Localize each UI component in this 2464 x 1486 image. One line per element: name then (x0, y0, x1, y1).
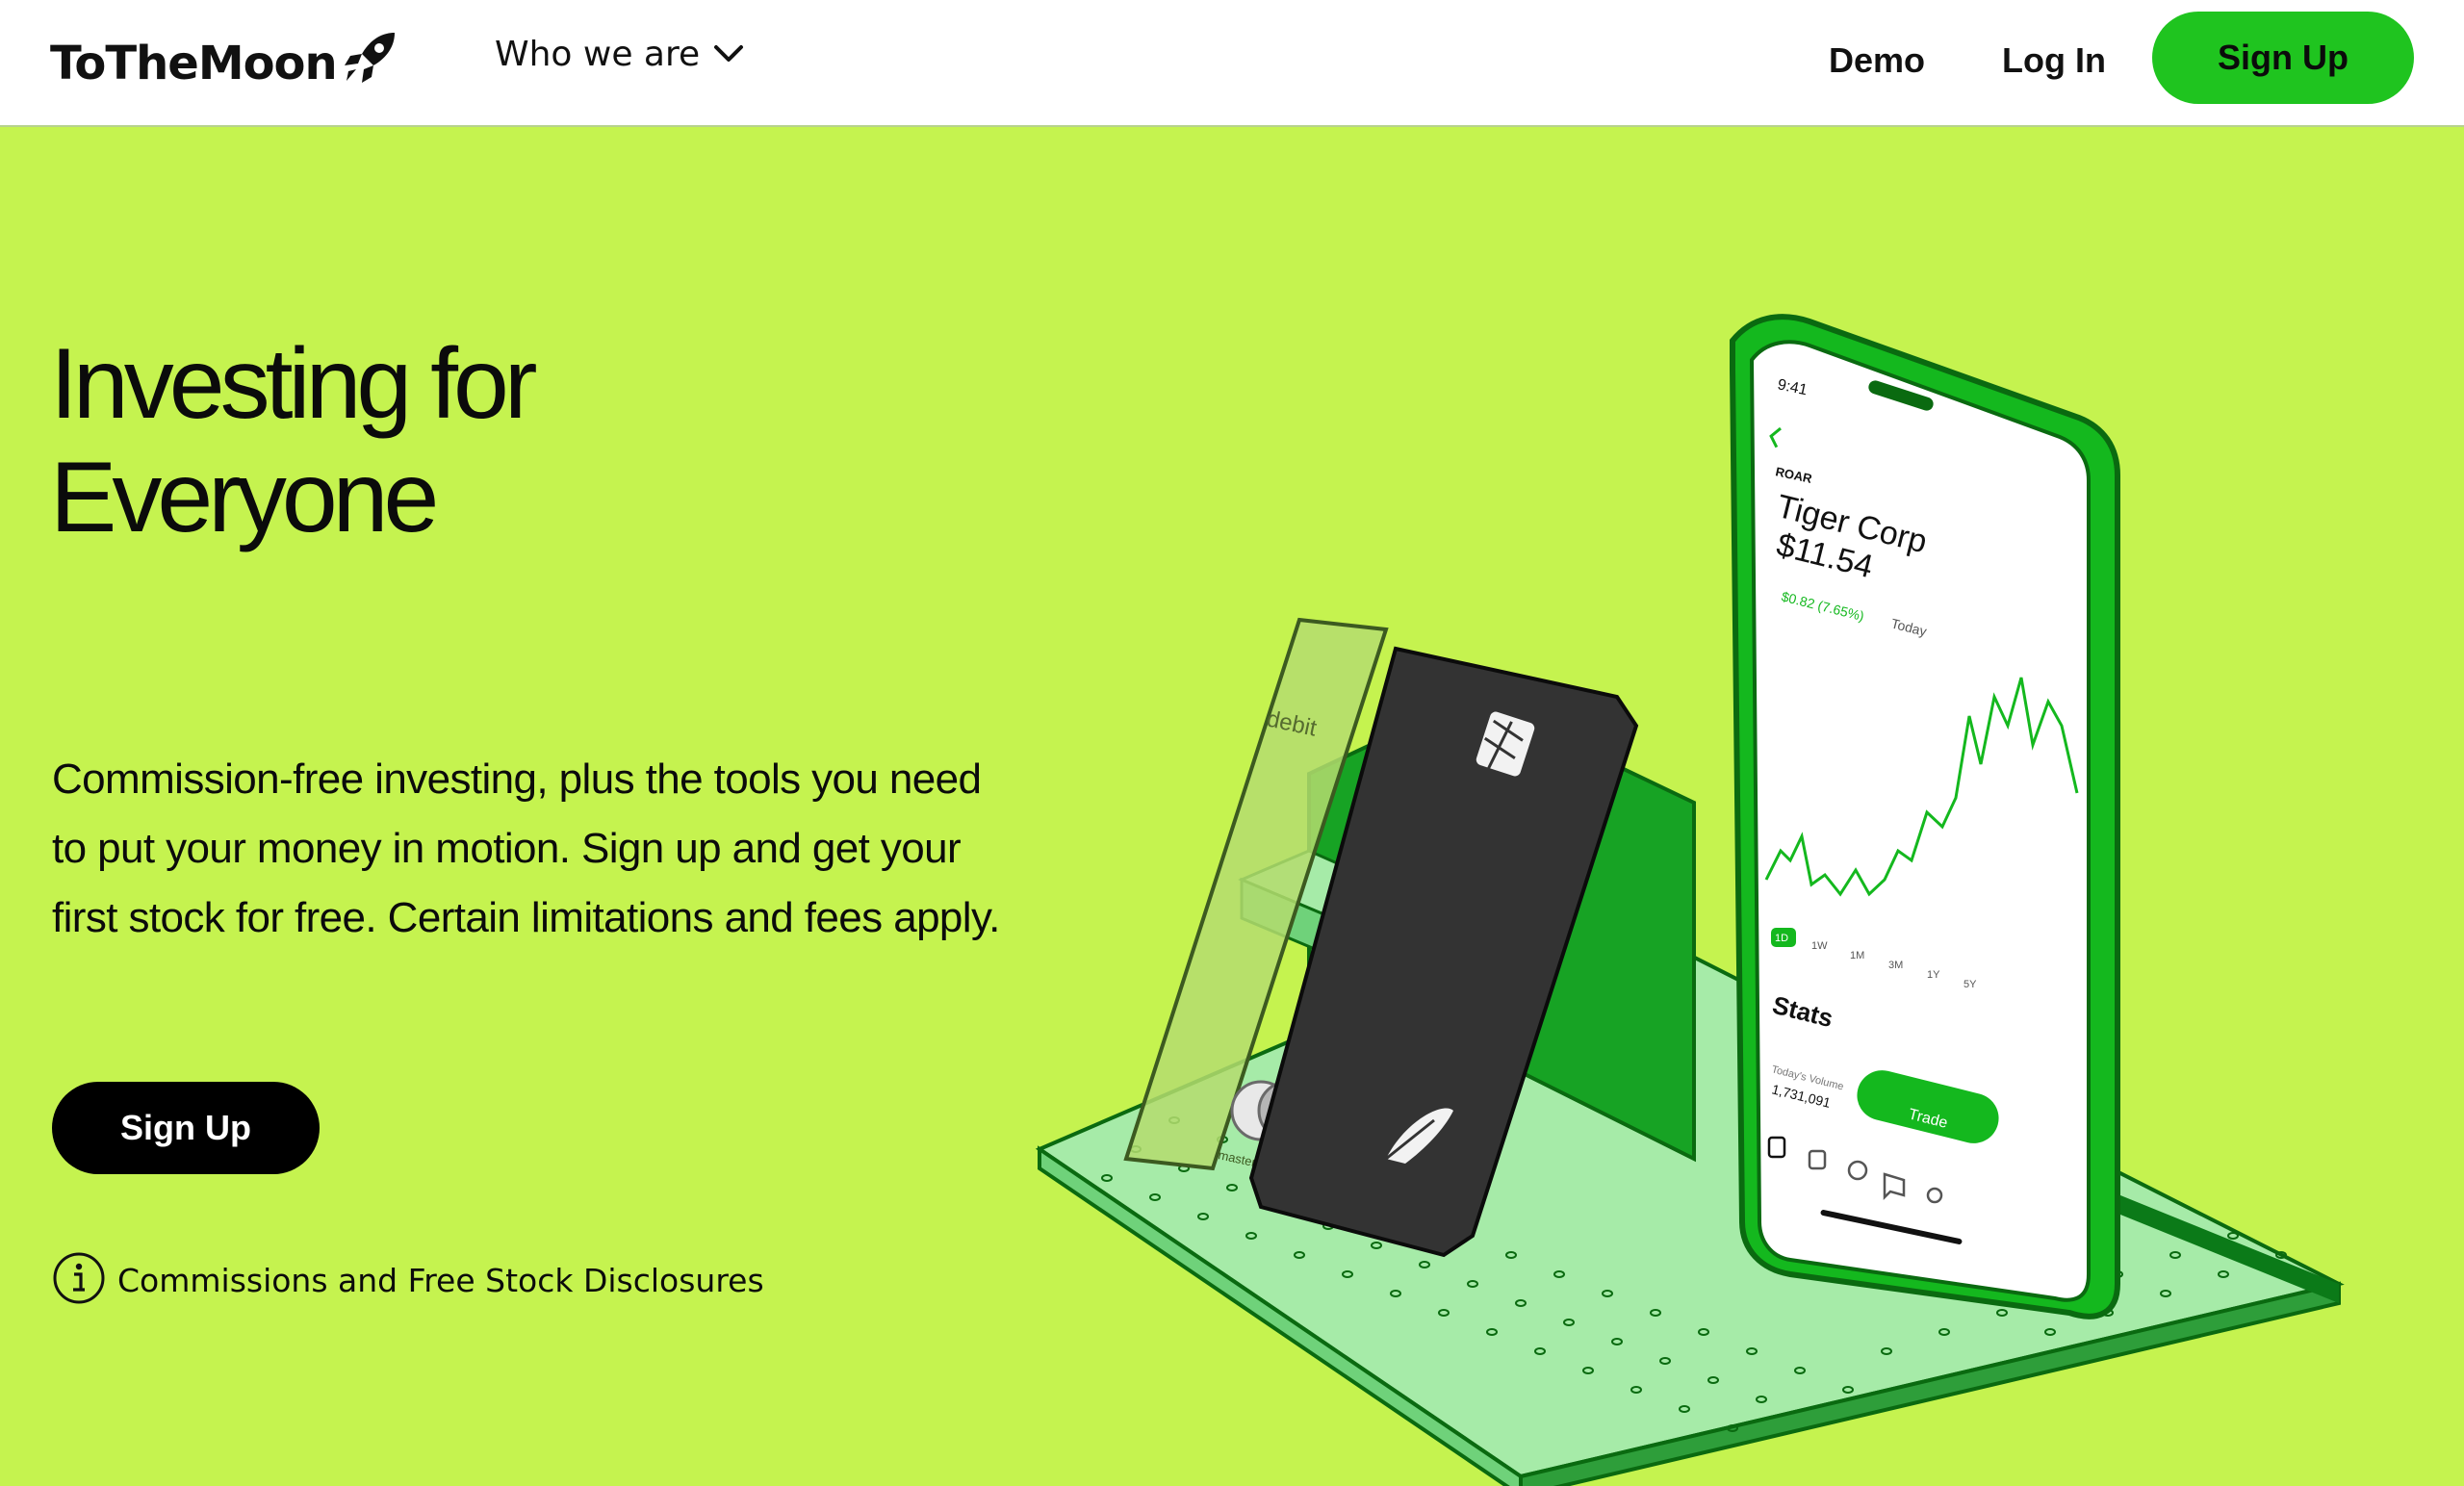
info-icon (52, 1251, 106, 1310)
hero-title-line-1: Investing for (50, 328, 538, 440)
disclosures-link[interactable]: Commissions and Free Stock Disclosures (52, 1251, 764, 1310)
hero-description: Commission-free investing, plus the tool… (52, 756, 1000, 941)
who-we-are-menu[interactable]: Who we are (495, 35, 744, 74)
hero-section: Investing for Everyone Commission-free i… (0, 129, 2464, 1486)
rocket-icon (341, 27, 400, 91)
demo-link[interactable]: Demo (1829, 40, 1925, 81)
range-1y: 1Y (1927, 969, 1940, 981)
login-link[interactable]: Log In (2002, 40, 2106, 81)
range-1m: 1M (1850, 950, 1864, 961)
signup-button-hero[interactable]: Sign Up (52, 1082, 320, 1174)
disclosures-text: Commissions and Free Stock Disclosures (117, 1262, 764, 1299)
range-1d: 1D (1775, 933, 1788, 944)
phone-illustration: 9:41 ROAR Tiger Corp $11.54 $0.82 (7.65%… (1730, 314, 2120, 1319)
range-5y: 5Y (1964, 979, 1977, 990)
signup-button-nav[interactable]: Sign Up (2152, 12, 2414, 104)
brand-logo[interactable]: ToTheMoon (50, 33, 400, 91)
hero-illustration: debit mastercard 9:41 ROAR Tiger Corp $1… (1035, 314, 2345, 1486)
who-we-are-label: Who we are (495, 35, 701, 74)
range-3m: 3M (1888, 960, 1903, 971)
chevron-down-icon (713, 43, 744, 69)
brand-name: ToTheMoon (50, 36, 338, 90)
hero-title-line-2: Everyone (50, 442, 439, 553)
top-navigation: ToTheMoon Who we are Demo Log In Sign Up (0, 0, 2464, 127)
hero-title: Investing for Everyone (50, 327, 820, 554)
range-1w: 1W (1811, 940, 1828, 952)
